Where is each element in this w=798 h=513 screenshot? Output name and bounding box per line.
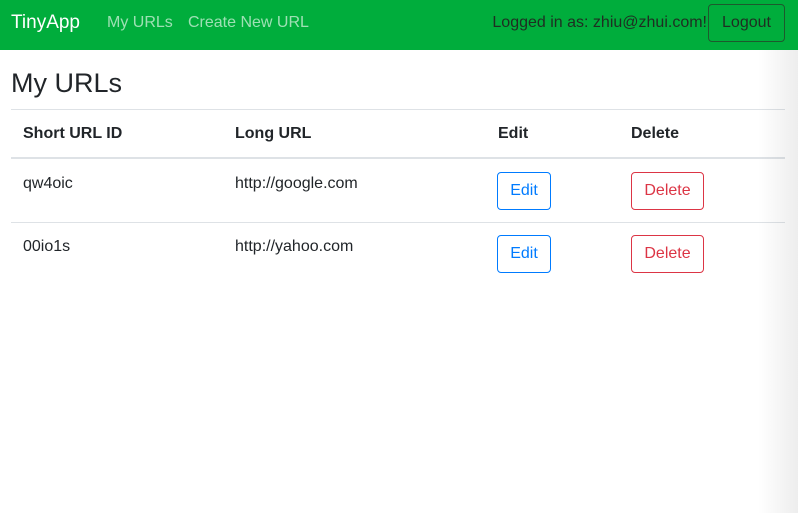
logged-in-status: Logged in as: zhiu@zhui.com! — [492, 14, 707, 31]
delete-button[interactable]: Delete — [631, 235, 704, 273]
page-title: My URLs — [11, 68, 123, 98]
column-header-long-url: Long URL — [235, 125, 312, 142]
short-url-id-cell: 00io1s — [23, 238, 71, 255]
long-url-cell: http://yahoo.com — [235, 238, 354, 255]
column-header-delete: Delete — [631, 125, 680, 142]
nav-link-create-new-url[interactable]: Create New URL — [188, 14, 309, 32]
row-divider — [11, 222, 785, 223]
edit-button[interactable]: Edit — [497, 172, 551, 210]
column-header-edit: Edit — [498, 125, 529, 142]
delete-button[interactable]: Delete — [631, 172, 704, 210]
long-url-cell: http://google.com — [235, 175, 358, 192]
window-edge-shadow — [758, 50, 798, 513]
edit-button[interactable]: Edit — [497, 235, 551, 273]
short-url-id-cell: qw4oic — [23, 175, 73, 192]
header-divider — [11, 157, 785, 159]
nav-link-my-urls[interactable]: My URLs — [107, 14, 173, 32]
brand-link[interactable]: TinyApp — [11, 12, 80, 34]
title-divider — [11, 109, 785, 110]
navbar: TinyApp My URLs Create New URL Logged in… — [0, 0, 798, 50]
logout-button[interactable]: Logout — [708, 4, 785, 42]
column-header-short-url-id: Short URL ID — [23, 125, 123, 142]
